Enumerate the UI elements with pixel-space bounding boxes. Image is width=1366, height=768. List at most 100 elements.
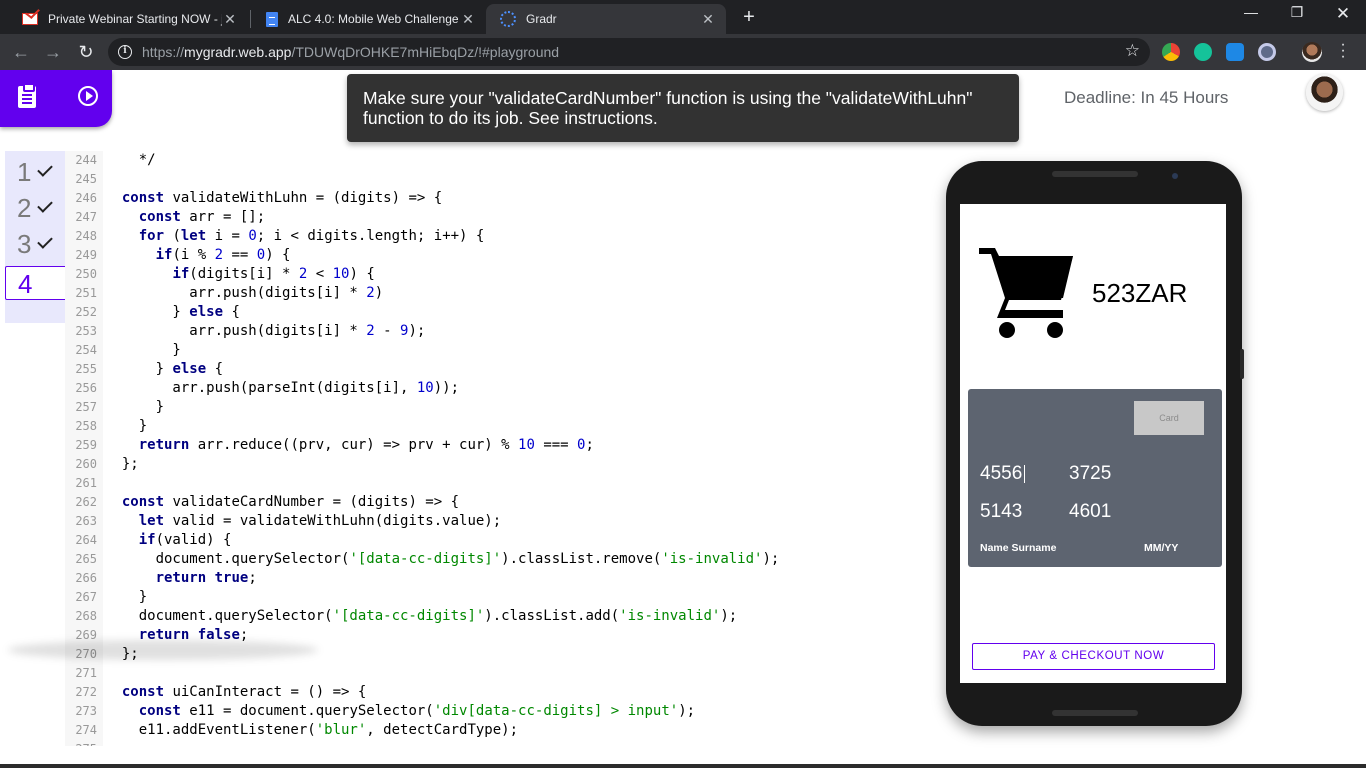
code-line[interactable] <box>105 474 905 493</box>
forward-button[interactable]: → <box>42 41 64 63</box>
code-line[interactable]: if(i % 2 == 0) { <box>105 246 905 265</box>
code-line[interactable]: const uiCanInteract = () => { <box>105 683 905 702</box>
address-bar[interactable]: i https://mygradr.web.app/TDUWqDrOHKE7mH… <box>108 38 1150 66</box>
code-line[interactable]: const arr = []; <box>105 208 905 227</box>
code-line[interactable]: arr.push(digits[i] * 2 - 9); <box>105 322 905 341</box>
close-icon[interactable]: ✕ <box>700 11 716 28</box>
clipboard-icon[interactable] <box>18 83 36 108</box>
reload-button[interactable]: ↻ <box>75 41 97 63</box>
tab-alc-challenge[interactable]: ALC 4.0: Mobile Web Challenge 1 ✕ <box>252 4 486 34</box>
new-tab-button[interactable]: + <box>738 6 760 29</box>
line-number: 273 <box>75 704 97 718</box>
card-expiry-field[interactable]: MM/YY <box>1144 542 1178 554</box>
card-digits-input-1[interactable]: 4556 <box>980 463 1026 485</box>
amount-text: 523ZAR <box>1092 278 1188 308</box>
code-line[interactable]: const e11 = document.querySelector('div[… <box>105 702 905 721</box>
code-line[interactable]: return arr.reduce((prv, cur) => prv + cu… <box>105 436 905 455</box>
code-line[interactable]: */ <box>105 151 905 170</box>
line-number: 258 <box>75 419 97 433</box>
play-icon[interactable] <box>78 86 98 106</box>
back-button[interactable]: ← <box>10 41 32 63</box>
code-line[interactable] <box>105 170 905 189</box>
line-number: 250 <box>75 267 97 281</box>
cloud-extension-icon[interactable] <box>1226 43 1244 61</box>
pay-checkout-button[interactable]: PAY & CHECKOUT NOW <box>972 643 1215 670</box>
card-type-badge: Card <box>1134 401 1204 435</box>
line-number: 267 <box>75 590 97 604</box>
gmail-icon <box>22 13 38 25</box>
code-line[interactable]: return true; <box>105 569 905 588</box>
code-line[interactable]: } else { <box>105 360 905 379</box>
info-icon[interactable]: i <box>118 45 132 59</box>
shopping-cart-icon <box>979 248 1073 338</box>
code-line[interactable]: arr.push(parseInt(digits[i], 10)); <box>105 379 905 398</box>
code-line[interactable]: for (let i = 0; i < digits.length; i++) … <box>105 227 905 246</box>
taskbar-edge <box>0 764 1366 768</box>
extension-icon[interactable] <box>1258 43 1276 61</box>
line-number: 248 <box>75 229 97 243</box>
credit-card: Card 4556 3725 5143 4601 Name Surname MM… <box>968 389 1222 567</box>
card-digits-input-4[interactable]: 4601 <box>1069 501 1111 523</box>
code-line[interactable]: const validateWithLuhn = (digits) => { <box>105 189 905 208</box>
line-number: 246 <box>75 191 97 205</box>
code-line[interactable]: document.querySelector('[data-cc-digits]… <box>105 607 905 626</box>
step-1[interactable]: 1 <box>5 155 69 189</box>
card-digits-input-3[interactable]: 5143 <box>980 501 1022 523</box>
code-line[interactable] <box>105 664 905 683</box>
line-number: 259 <box>75 438 97 452</box>
profile-avatar[interactable] <box>1302 42 1322 62</box>
line-number: 251 <box>75 286 97 300</box>
code-line[interactable]: }; <box>105 455 905 474</box>
line-number: 254 <box>75 343 97 357</box>
url-scheme: https:// <box>142 44 185 60</box>
step-number: 4 <box>18 269 33 299</box>
bookmark-star-icon[interactable]: ☆ <box>1125 41 1140 61</box>
line-number: 252 <box>75 305 97 319</box>
step-2[interactable]: 2 <box>5 191 69 225</box>
line-number: 249 <box>75 248 97 262</box>
tab-bar: Private Webinar Starting NOW - j ✕ ALC 4… <box>0 0 1366 34</box>
tab-webinar[interactable]: Private Webinar Starting NOW - j ✕ <box>8 4 248 34</box>
page-content: Make sure your "validateCardNumber" func… <box>0 70 1366 764</box>
code-line[interactable]: } <box>105 341 905 360</box>
phone-speaker <box>1052 171 1138 177</box>
action-pill <box>0 70 112 127</box>
line-number: 257 <box>75 400 97 414</box>
step-4[interactable]: 4 <box>5 266 69 300</box>
line-number: 253 <box>75 324 97 338</box>
tab-title: ALC 4.0: Mobile Web Challenge 1 <box>288 12 460 26</box>
code-line[interactable]: } else { <box>105 303 905 322</box>
code-line[interactable]: if(valid) { <box>105 531 905 550</box>
code-line[interactable]: document.querySelector('[data-cc-digits]… <box>105 550 905 569</box>
code-line[interactable]: e11.addEventListener('blur', detectCardT… <box>105 721 905 740</box>
line-number: 266 <box>75 571 97 585</box>
chrome-extension-icon[interactable] <box>1162 43 1180 61</box>
grammarly-icon[interactable] <box>1194 43 1212 61</box>
code-line[interactable] <box>105 740 905 746</box>
minimize-button[interactable]: — <box>1228 4 1274 20</box>
close-window-button[interactable]: ✕ <box>1320 4 1366 24</box>
code-line[interactable]: const validateCardNumber = (digits) => { <box>105 493 905 512</box>
menu-icon[interactable]: · · · <box>1338 37 1348 65</box>
docs-icon <box>266 11 278 27</box>
close-icon[interactable]: ✕ <box>460 11 476 28</box>
code-line[interactable]: } <box>105 588 905 607</box>
tab-gradr[interactable]: Gradr ✕ <box>486 4 726 34</box>
code-line[interactable]: } <box>105 417 905 436</box>
code-line[interactable]: let valid = validateWithLuhn(digits.valu… <box>105 512 905 531</box>
line-number: 271 <box>75 666 97 680</box>
code-line[interactable]: arr.push(digits[i] * 2) <box>105 284 905 303</box>
step-3[interactable]: 3 <box>5 227 69 261</box>
phone-shadow <box>8 640 318 660</box>
card-digits-input-2[interactable]: 3725 <box>1069 463 1111 485</box>
close-icon[interactable]: ✕ <box>222 11 238 28</box>
card-name-field[interactable]: Name Surname <box>980 542 1056 554</box>
code-line[interactable]: } <box>105 398 905 417</box>
line-number: 244 <box>75 153 97 167</box>
phone-mockup: 523ZAR Card 4556 3725 5143 4601 Name Sur… <box>946 161 1244 726</box>
step-number: 1 <box>17 157 32 187</box>
maximize-button[interactable]: ❐ <box>1274 4 1320 21</box>
user-avatar[interactable] <box>1306 74 1343 111</box>
line-number: 272 <box>75 685 97 699</box>
code-line[interactable]: if(digits[i] * 2 < 10) { <box>105 265 905 284</box>
